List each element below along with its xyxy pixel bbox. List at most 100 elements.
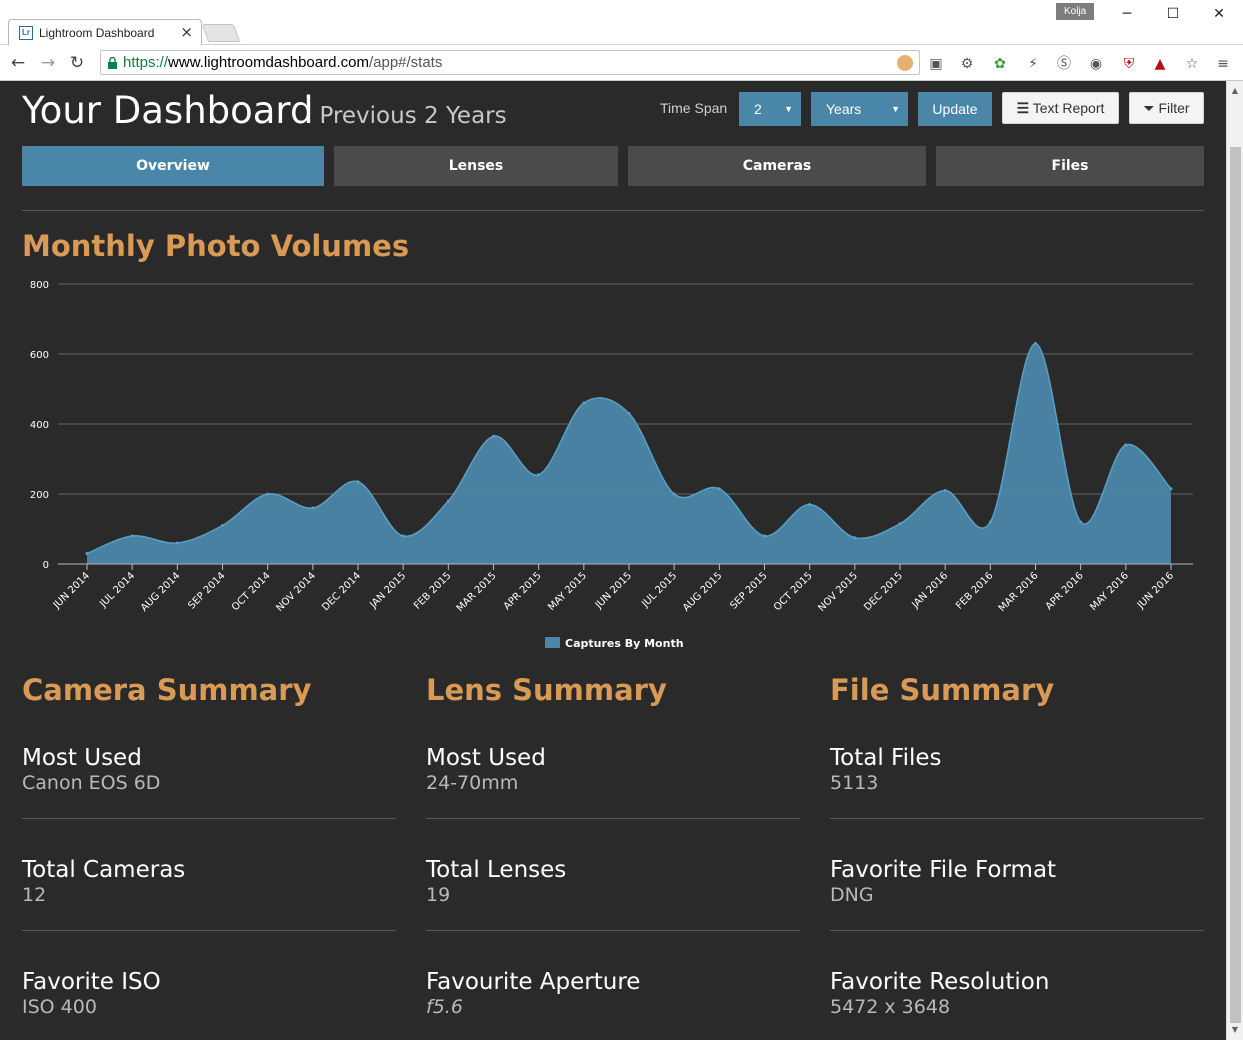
x-tick-label: FEB 2015 <box>412 570 453 611</box>
x-tick-label: MAY 2016 <box>1088 570 1131 613</box>
data-point <box>175 541 179 545</box>
list-icon: ☰ <box>1016 100 1030 116</box>
x-tick-label: JUN 2014 <box>51 570 92 611</box>
data-point <box>1124 443 1128 447</box>
page-viewport: Your Dashboard Previous 2 Years Time Span… <box>0 81 1226 1040</box>
scroll-up-icon[interactable]: ▲ <box>1227 83 1243 99</box>
caret-down-icon: ▼ <box>784 104 793 114</box>
x-tick-label: JUN 2016 <box>1135 570 1176 611</box>
chart-svg: 0200400600800JUN 2014 JUL 2014 AUG 2014 SEP… <box>30 280 1193 614</box>
span-value-select[interactable]: 2 ▼ <box>739 92 801 126</box>
data-point <box>943 489 947 492</box>
data-point <box>537 473 541 477</box>
caret-down-icon: ▼ <box>891 104 900 114</box>
reload-icon[interactable]: ↻ <box>66 52 88 74</box>
tab-lenses[interactable]: Lenses <box>334 146 618 186</box>
legend-label: Captures By Month <box>565 637 684 650</box>
dashboard-title: Your Dashboard <box>22 89 314 132</box>
filter-button[interactable]: ⏷ Filter <box>1129 92 1204 124</box>
x-tick-label: JUN 2015 <box>593 570 634 611</box>
data-point <box>85 552 89 555</box>
span-unit-select[interactable]: Years ▼ <box>811 92 908 126</box>
data-point <box>672 492 676 496</box>
data-point <box>311 506 315 510</box>
extension-lightning-icon[interactable]: ⚡ <box>1024 55 1042 73</box>
extension-gear-icon[interactable]: ⚙ <box>958 55 976 73</box>
x-tick-label: MAY 2015 <box>546 570 589 613</box>
profile-badge[interactable]: Kolja <box>1056 3 1095 20</box>
filter-icon: ⏷ <box>1143 100 1155 116</box>
x-tick-label: NOV 2015 <box>816 570 860 614</box>
data-point <box>763 534 766 538</box>
monthly-volume-chart: 0 200 400 600 800 JUN 2014 JUL 2014 AUG 2014 SEP… <box>0 266 1226 686</box>
browser-tab[interactable]: Lr Lightroom Dashboard × <box>8 19 202 45</box>
camera-favorite-iso: Favorite ISO ISO 400 <box>22 969 161 1018</box>
tab-close-icon[interactable]: × <box>180 23 193 41</box>
camera-most-used: Most Used Canon EOS 6D <box>22 745 161 794</box>
pdf-icon[interactable]: ▲ <box>1151 55 1169 73</box>
scroll-down-icon[interactable]: ▼ <box>1227 1022 1243 1038</box>
forward-arrow-icon[interactable]: → <box>37 52 59 74</box>
tab-cameras[interactable]: Cameras <box>628 146 926 186</box>
legend-swatch <box>545 637 560 648</box>
y-tick-label: 400 <box>30 420 49 431</box>
stat-divider <box>426 818 800 819</box>
extension-circle-icon[interactable]: ◉ <box>1087 55 1105 73</box>
minimize-icon[interactable]: ─ <box>1116 4 1138 24</box>
new-tab-button[interactable] <box>201 24 241 42</box>
data-point <box>898 522 902 526</box>
data-point <box>1079 520 1083 524</box>
header-divider <box>22 210 1204 211</box>
data-point <box>627 412 631 415</box>
x-tick-label: APR 2016 <box>1044 570 1086 612</box>
data-point <box>1034 342 1037 345</box>
extension-leaf-icon[interactable]: ✿ <box>991 55 1009 73</box>
x-tick-label: DEC 2014 <box>320 570 363 613</box>
data-point <box>266 492 270 496</box>
page-title: Your Dashboard Previous 2 Years <box>22 89 507 132</box>
camera-summary-title: Camera Summary <box>22 673 312 707</box>
x-tick-label: FEB 2016 <box>954 570 995 611</box>
x-tick-label: SEP 2014 <box>186 570 227 611</box>
close-window-icon[interactable]: ✕ <box>1208 4 1230 24</box>
menu-icon[interactable]: ≡ <box>1214 55 1232 73</box>
stat-divider <box>426 930 800 931</box>
x-tick-label: JAN 2015 <box>367 570 408 611</box>
tab-files[interactable]: Files <box>936 146 1204 186</box>
ublock-icon[interactable]: ⛨ <box>1120 55 1138 73</box>
stat-divider <box>830 930 1204 931</box>
y-tick-label: 0 <box>43 560 49 571</box>
chart-section-title: Monthly Photo Volumes <box>22 229 410 263</box>
skype-icon[interactable]: Ⓢ <box>1055 55 1073 73</box>
lens-total: Total Lenses 19 <box>426 857 567 906</box>
time-span-label: Time Span <box>660 100 728 116</box>
extension-address-icon[interactable] <box>897 55 913 71</box>
x-tick-label: NOV 2014 <box>274 570 318 614</box>
data-point <box>853 536 857 540</box>
page-scrollbar[interactable]: ▲ ▼ <box>1226 81 1243 1040</box>
data-point <box>1169 487 1173 491</box>
address-bar[interactable]: https://www.lightroomdashboard.com/app#/… <box>100 50 920 75</box>
x-tick-label: APR 2015 <box>502 570 544 612</box>
scroll-thumb[interactable] <box>1230 147 1241 1023</box>
stat-divider <box>22 930 396 931</box>
data-point <box>808 503 812 506</box>
data-point <box>221 524 224 527</box>
file-total: Total Files 5113 <box>830 745 942 794</box>
update-button[interactable]: Update <box>918 92 992 126</box>
back-arrow-icon[interactable]: ← <box>7 52 29 74</box>
x-tick-label: MAR 2015 <box>455 570 499 614</box>
text-report-button[interactable]: ☰ Text Report <box>1002 92 1119 124</box>
data-point <box>401 534 405 538</box>
extension-square-icon[interactable]: ▣ <box>927 55 945 73</box>
tab-overview[interactable]: Overview <box>22 146 324 186</box>
lens-most-used: Most Used 24-70mm <box>426 745 546 794</box>
x-tick-label: OCT 2015 <box>772 570 815 613</box>
x-tick-label: JAN 2016 <box>909 570 950 611</box>
data-point <box>130 534 134 538</box>
bookmark-star-icon[interactable]: ☆ <box>1183 55 1201 73</box>
stat-divider <box>22 818 396 819</box>
maximize-icon[interactable]: ☐ <box>1162 4 1184 24</box>
data-point <box>446 499 450 503</box>
x-tick-label: AUG 2014 <box>139 570 183 614</box>
